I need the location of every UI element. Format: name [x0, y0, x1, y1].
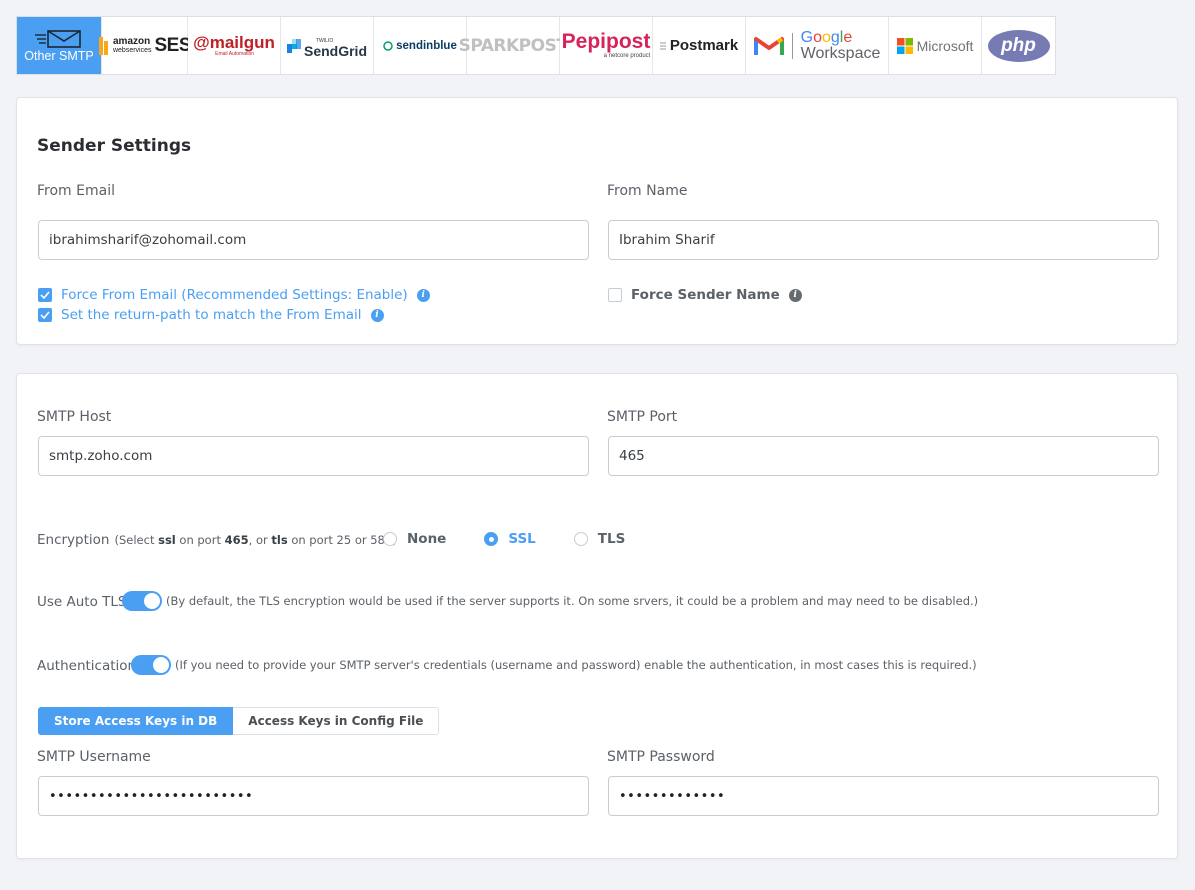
provider-sparkpost[interactable]: SPARKPOST [459, 17, 568, 74]
pepipost-logo-icon: Pepipost a netcore product [561, 29, 651, 59]
auto-tls-toggle[interactable] [122, 591, 162, 611]
provider-other-smtp-label: Other SMTP [24, 48, 94, 63]
force-sender-name-label: Force Sender Name [631, 287, 780, 303]
sender-settings-title: Sender Settings [37, 136, 192, 156]
encryption-tls-radio[interactable]: TLS [573, 531, 625, 547]
amazon-logo-icon: amazon webservices SES [98, 35, 192, 57]
auto-tls-hint: (By default, the TLS encryption would be… [166, 594, 979, 608]
auto-tls-label: Use Auto TLS [37, 594, 127, 610]
provider-pepipost[interactable]: Pepipost a netcore product [560, 17, 653, 74]
sendgrid-logo-icon: TWILIO SendGrid [286, 36, 367, 58]
encryption-ssl-radio[interactable]: SSL [484, 531, 536, 547]
checkbox-checked-icon [38, 308, 52, 322]
from-email-label: From Email [37, 183, 115, 199]
smtp-password-label: SMTP Password [607, 749, 715, 765]
provider-amazon-ses[interactable]: amazon webservices SES [98, 17, 192, 74]
force-from-email-label: Force From Email (Recommended Settings: … [61, 287, 408, 303]
return-path-checkbox[interactable]: Set the return-path to match the From Em… [38, 307, 384, 323]
encryption-row: Encryption (Select ssl on port 465, or t… [37, 532, 397, 548]
from-name-input[interactable]: Ibrahim Sharif [608, 220, 1159, 260]
smtp-host-input[interactable]: smtp.zoho.com [38, 436, 589, 476]
smtp-password-input[interactable]: ••••••••••••• [608, 776, 1159, 816]
force-from-email-checkbox[interactable]: Force From Email (Recommended Settings: … [38, 287, 430, 303]
microsoft-logo-icon: Microsoft [896, 37, 973, 54]
return-path-label: Set the return-path to match the From Em… [61, 307, 362, 323]
authentication-label: Authentication [37, 658, 137, 674]
info-icon[interactable]: i [416, 288, 430, 302]
smtp-port-input[interactable]: 465 [608, 436, 1159, 476]
encryption-hint: (Select ssl on port 465, or tls on port … [114, 533, 397, 547]
checkbox-unchecked-icon [608, 288, 622, 302]
tab-store-in-db[interactable]: Store Access Keys in DB [38, 707, 234, 735]
info-icon[interactable]: i [788, 288, 802, 302]
google-workspace-logo-icon: Google Workspace [753, 29, 880, 62]
provider-bar: Other SMTP amazon webservices SES @mailg… [16, 16, 1056, 75]
mailgun-logo-icon: @mailgun Email Automation [193, 33, 275, 57]
php-logo-icon: php [987, 29, 1050, 62]
info-icon[interactable]: i [370, 308, 384, 322]
postmark-logo-icon: Postmark [659, 37, 739, 54]
from-name-label: From Name [607, 183, 688, 199]
smtp-settings-card: SMTP Host smtp.zoho.com SMTP Port 465 En… [16, 373, 1178, 859]
provider-php[interactable]: php [982, 17, 1055, 74]
encryption-none-radio[interactable]: None [383, 531, 446, 547]
tab-config-file[interactable]: Access Keys in Config File [233, 707, 440, 735]
access-keys-tabs: Store Access Keys in DB Access Keys in C… [38, 707, 440, 735]
radio-selected-icon [484, 532, 499, 546]
radio-icon [573, 532, 588, 546]
radio-icon [383, 532, 397, 546]
force-sender-name-checkbox[interactable]: Force Sender Name i [608, 287, 802, 303]
encryption-options: None SSL TLS [383, 531, 625, 547]
provider-postmark[interactable]: Postmark [653, 17, 746, 74]
from-email-input[interactable]: ibrahimsharif@zohomail.com [38, 220, 589, 260]
provider-mailgun[interactable]: @mailgun Email Automation [188, 17, 281, 74]
provider-google-workspace[interactable]: Google Workspace [746, 17, 889, 74]
smtp-username-label: SMTP Username [37, 749, 151, 765]
sender-settings-card: Sender Settings From Email ibrahimsharif… [16, 97, 1178, 345]
authentication-hint: (If you need to provide your SMTP server… [175, 658, 977, 672]
smtp-host-label: SMTP Host [37, 409, 112, 425]
provider-microsoft[interactable]: Microsoft [889, 17, 982, 74]
sendinblue-logo-icon: sendinblue [383, 40, 457, 52]
checkbox-checked-icon [38, 288, 52, 302]
authentication-toggle[interactable] [131, 655, 171, 675]
envelope-icon [33, 29, 85, 49]
encryption-label: Encryption [37, 532, 110, 548]
provider-sendgrid[interactable]: TWILIO SendGrid [281, 17, 374, 74]
sparkpost-logo-icon: SPARKPOST [458, 35, 568, 56]
smtp-port-label: SMTP Port [607, 409, 678, 425]
smtp-username-input[interactable]: ••••••••••••••••••••••••• [38, 776, 589, 816]
provider-other-smtp[interactable]: Other SMTP [17, 17, 102, 74]
provider-sendinblue[interactable]: sendinblue [374, 17, 467, 74]
